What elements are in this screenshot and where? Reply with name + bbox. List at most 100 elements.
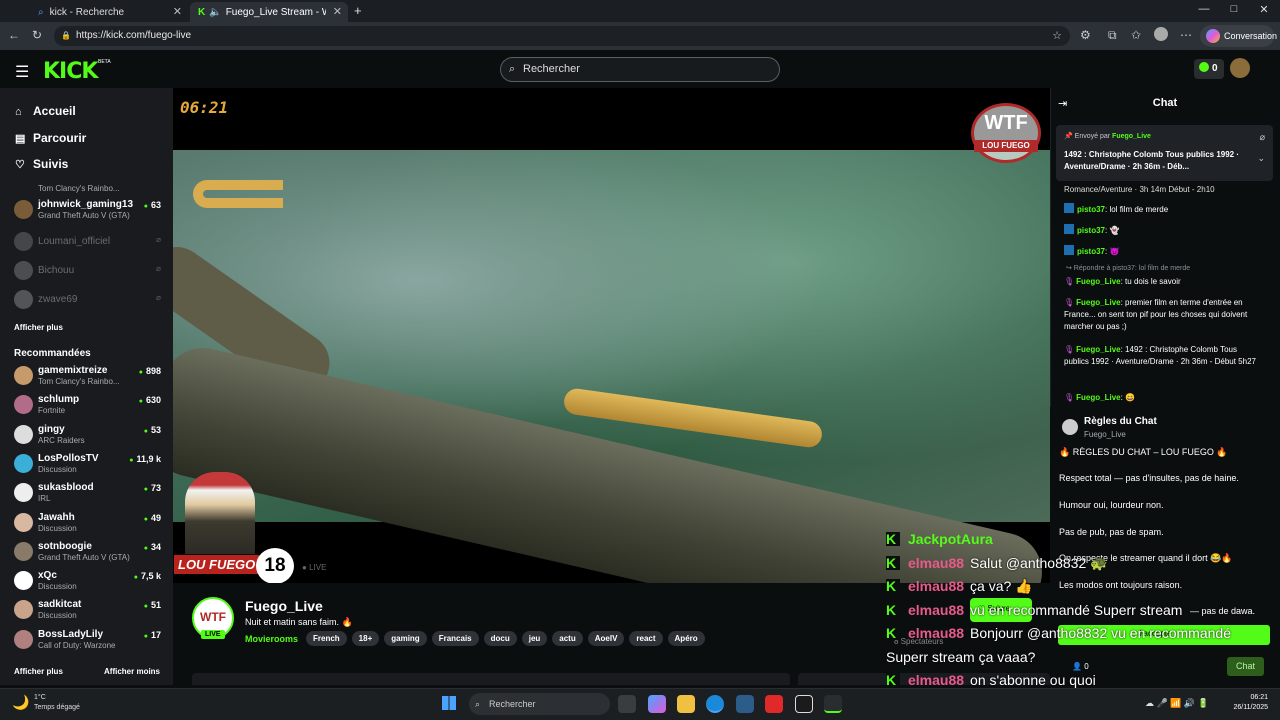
kicks-balance[interactable]: 0 <box>1194 59 1224 79</box>
pinned-message[interactable]: 📌 Envoyé par Fuego_Live 1492 : Christoph… <box>1056 125 1273 181</box>
show-more-link[interactable]: Afficher plus <box>14 323 63 332</box>
sidebar-item-accueil[interactable]: ⌂ Accueil <box>15 104 76 118</box>
file-explorer-icon[interactable] <box>677 695 695 713</box>
sidebar-item-parcourir[interactable]: ▤ Parcourir <box>15 131 86 145</box>
channel-name[interactable]: Fuego_Live <box>245 598 323 614</box>
new-tab-button[interactable]: + <box>354 3 362 18</box>
channel-item[interactable]: johnwick_gaming13 Grand Theft Auto V (GT… <box>14 197 164 223</box>
kick-app-icon[interactable] <box>824 695 842 713</box>
channel-item[interactable]: gamemixtreizeTom Clancy's Rainbo...898 <box>14 363 164 389</box>
channel-item-offline[interactable]: Loumani_officiel ⌀ <box>14 229 164 255</box>
tag-chip[interactable]: react <box>629 631 663 646</box>
channel-item-offline[interactable]: zwave69 ⌀ <box>14 287 164 313</box>
microphone-badge-icon: 🎙 <box>1064 393 1075 402</box>
chat-viewer-count: 👤 0 <box>1072 662 1089 671</box>
copilot-app-icon[interactable] <box>648 695 666 713</box>
tag-chip[interactable]: gaming <box>384 631 427 646</box>
system-tray-icons[interactable]: ☁ 🎤 📶 🔊 🔋 <box>1145 698 1209 709</box>
menu-hamburger-icon[interactable]: ☰ <box>15 62 29 82</box>
more-options-icon[interactable]: ⋯ <box>1180 28 1192 42</box>
kick-logo[interactable]: KICK <box>43 59 98 84</box>
live-indicator: ● LIVE <box>302 563 327 572</box>
channel-item-offline[interactable]: Bichouu ⌀ <box>14 258 164 284</box>
minimize-button[interactable]: — <box>1190 3 1218 15</box>
channel-item[interactable]: sotnboogieGrand Theft Auto V (GTA)34 <box>14 539 164 565</box>
avatar <box>14 232 33 251</box>
tag-chip[interactable]: actu <box>552 631 583 646</box>
channel-item[interactable]: BossLadyLilyCall of Duty: Warzone17 <box>14 627 164 653</box>
close-window-button[interactable]: ✕ <box>1250 3 1278 16</box>
overlay-chat-line: Kelmau88 Bonjourr @antho8832 vu en recomm… <box>886 625 1231 641</box>
heart-icon: ♡ <box>15 159 25 171</box>
profile-avatar[interactable] <box>1154 27 1168 41</box>
search-icon: ⌕ <box>38 6 44 18</box>
tag-chip[interactable]: 18+ <box>351 631 380 646</box>
close-tab-icon[interactable]: ✕ <box>333 5 342 18</box>
unpin-icon[interactable]: ⌀ <box>1260 132 1265 143</box>
overlay-chat-line: K JackpotAura <box>886 531 993 547</box>
overlay-chat-line: Kelmau88 ça va? 👍 <box>886 578 1033 594</box>
rule-line: Les modos ont toujours raison. <box>1059 580 1183 590</box>
capcut-icon[interactable] <box>795 695 813 713</box>
browser-tab-kick[interactable]: K 🔈 Fuego_Live Stream - Watch Live ✕ <box>190 2 348 22</box>
video-player[interactable] <box>173 88 1050 583</box>
extensions-icon[interactable]: ⚙ <box>1080 28 1091 42</box>
tag-chip[interactable]: Apéro <box>667 631 705 646</box>
rule-line: Pas de pub, pas de spam. <box>1059 527 1164 537</box>
browse-icon: ▤ <box>15 133 26 145</box>
channel-item[interactable]: schlumpFortnite630 <box>14 392 164 418</box>
search-input[interactable]: ⌕ Rechercher <box>500 57 780 82</box>
refresh-icon[interactable]: ↻ <box>32 28 42 42</box>
back-icon[interactable]: ← <box>8 28 20 42</box>
channel-item[interactable]: xQcDiscussion7,5 k <box>14 568 164 594</box>
channel-item[interactable]: JawahhDiscussion49 <box>14 510 164 536</box>
chevron-down-icon[interactable]: ⌄ <box>1257 153 1265 164</box>
user-badge-icon <box>1064 203 1074 213</box>
kick-favicon-icon: K <box>198 6 206 18</box>
store-icon[interactable] <box>736 695 754 713</box>
user-avatar[interactable] <box>1230 58 1250 78</box>
tag-chip[interactable]: AoeIV <box>587 631 625 646</box>
taskbar-clock[interactable]: 06:21 26/11/2025 <box>1224 693 1268 713</box>
tag-chip[interactable]: Francais <box>431 631 479 646</box>
tag-chip[interactable]: docu <box>483 631 517 646</box>
show-less-link[interactable]: Afficher moins <box>104 667 160 676</box>
channel-item[interactable]: sukasbloodIRL73 <box>14 480 164 506</box>
kicks-icon <box>1199 62 1209 72</box>
chat-message: 🎙 Fuego_Live: tu dois le savoir <box>1064 277 1181 286</box>
weather-widget[interactable]: 1°C Temps dégagé <box>34 693 80 713</box>
channel-item[interactable]: sadkitcatDiscussion51 <box>14 597 164 623</box>
rule-line: Respect total — pas d'insultes, pas de h… <box>1059 473 1239 483</box>
taskbar-search[interactable]: ⌕ Rechercher <box>469 693 610 715</box>
rule-line: Humour oui, lourdeur non. <box>1059 500 1164 510</box>
url-field[interactable]: 🔒 https://kick.com/fuego-live ☆ <box>54 26 1070 46</box>
chat-message: pisto37: 👻 <box>1064 224 1264 237</box>
tag-chip[interactable]: French <box>306 631 347 646</box>
address-bar-row: ← ↻ 🔒 https://kick.com/fuego-live ☆ ⚙ ⧉ … <box>0 22 1280 50</box>
task-view-icon[interactable] <box>618 695 636 713</box>
split-screen-icon[interactable]: ⧉ <box>1108 28 1117 43</box>
sidebar-item-suivis[interactable]: ♡ Suivis <box>15 157 68 171</box>
microphone-badge-icon: 🎙 <box>1064 345 1075 354</box>
maximize-button[interactable]: □ <box>1220 3 1248 15</box>
edge-browser-icon[interactable] <box>706 695 724 713</box>
wtf-logo: WTF LOU FUEGO <box>971 103 1041 163</box>
favorites-icon[interactable]: ✩ <box>1131 28 1141 42</box>
overlay-chat-line: Kelmau88 Salut @antho8832 🐢 <box>886 554 1108 571</box>
channel-item[interactable]: gingyARC Raiders53 <box>14 422 164 448</box>
favorite-star-icon[interactable]: ☆ <box>1052 26 1062 46</box>
pin-icon: 📌 <box>1064 133 1075 140</box>
browser-tab-search[interactable]: ⌕ kick - Recherche ✕ <box>30 2 188 22</box>
channel-item[interactable]: LosPollosTVDiscussion11,9 k <box>14 451 164 477</box>
avatar <box>14 483 33 503</box>
copilot-conversation-button[interactable]: Conversation <box>1200 25 1277 47</box>
windows-start-icon[interactable] <box>442 696 456 710</box>
rules-subtitle: Fuego_Live <box>1084 430 1126 439</box>
youtube-icon[interactable] <box>765 695 783 713</box>
chat-send-button[interactable]: Chat <box>1227 657 1264 676</box>
tag-chip[interactable]: jeu <box>521 631 548 646</box>
close-tab-icon[interactable]: ✕ <box>173 5 182 18</box>
category-link[interactable]: Movierooms <box>245 634 298 644</box>
show-more-link[interactable]: Afficher plus <box>14 667 63 676</box>
lou-fuego-brand: LOU FUEGO <box>174 555 260 574</box>
